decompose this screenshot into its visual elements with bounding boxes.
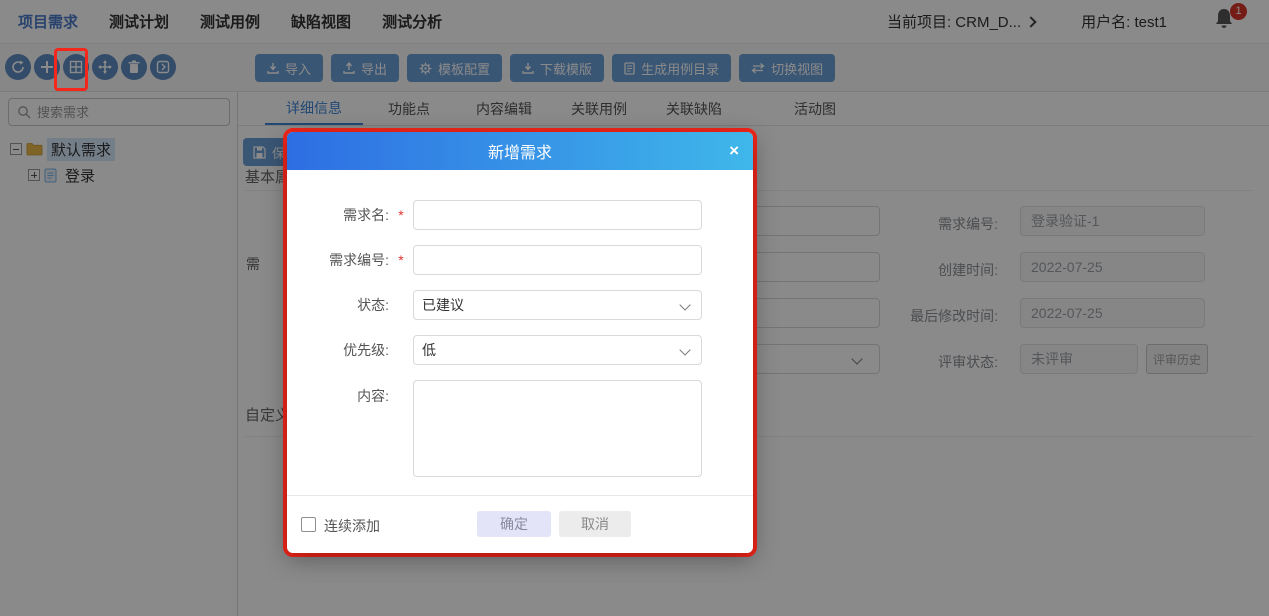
req-name-label: 需求名: — [343, 207, 389, 223]
modal-header: 新增需求 × — [287, 132, 753, 170]
modal-title: 新增需求 — [487, 145, 552, 162]
annotation-toolbar-highlight — [54, 48, 88, 91]
content-label: 内容: — [357, 388, 389, 404]
confirm-button[interactable]: 确定 — [477, 511, 551, 537]
modal-row-priority: 优先级: 低 — [287, 335, 702, 365]
close-icon[interactable]: × — [729, 132, 739, 170]
divider — [287, 495, 753, 496]
cancel-button[interactable]: 取消 — [559, 511, 631, 537]
chevron-down-icon — [679, 344, 691, 356]
add-requirement-modal: 新增需求 × 需求名: * 需求编号: * 状态: 已建议 优先级: 低 内容:… — [287, 132, 753, 553]
status-select-value: 已建议 — [422, 297, 464, 313]
required-mark: * — [398, 207, 404, 223]
status-select[interactable]: 已建议 — [413, 290, 702, 320]
continuous-add-label: 连续添加 — [324, 518, 380, 534]
priority-label: 优先级: — [343, 342, 389, 358]
required-mark: * — [398, 252, 404, 268]
req-code-label: 需求编号: — [329, 252, 389, 268]
modal-row-status: 状态: 已建议 — [287, 290, 702, 320]
priority-select[interactable]: 低 — [413, 335, 702, 365]
modal-row-code: 需求编号: * — [287, 245, 702, 275]
req-name-input[interactable] — [413, 200, 702, 230]
content-textarea[interactable] — [413, 380, 702, 477]
continuous-add-checkbox[interactable] — [301, 517, 316, 532]
modal-row-content: 内容: — [287, 380, 702, 477]
chevron-down-icon — [679, 299, 691, 311]
modal-row-name: 需求名: * — [287, 200, 702, 230]
priority-select-value: 低 — [422, 342, 436, 358]
app-page: 项目需求 测试计划 测试用例 缺陷视图 测试分析 当前项目: CRM_D... … — [0, 0, 1269, 616]
annotation-modal-highlight: 新增需求 × 需求名: * 需求编号: * 状态: 已建议 优先级: 低 内容:… — [283, 128, 757, 557]
req-code-input[interactable] — [413, 245, 702, 275]
status-label: 状态: — [357, 297, 389, 313]
